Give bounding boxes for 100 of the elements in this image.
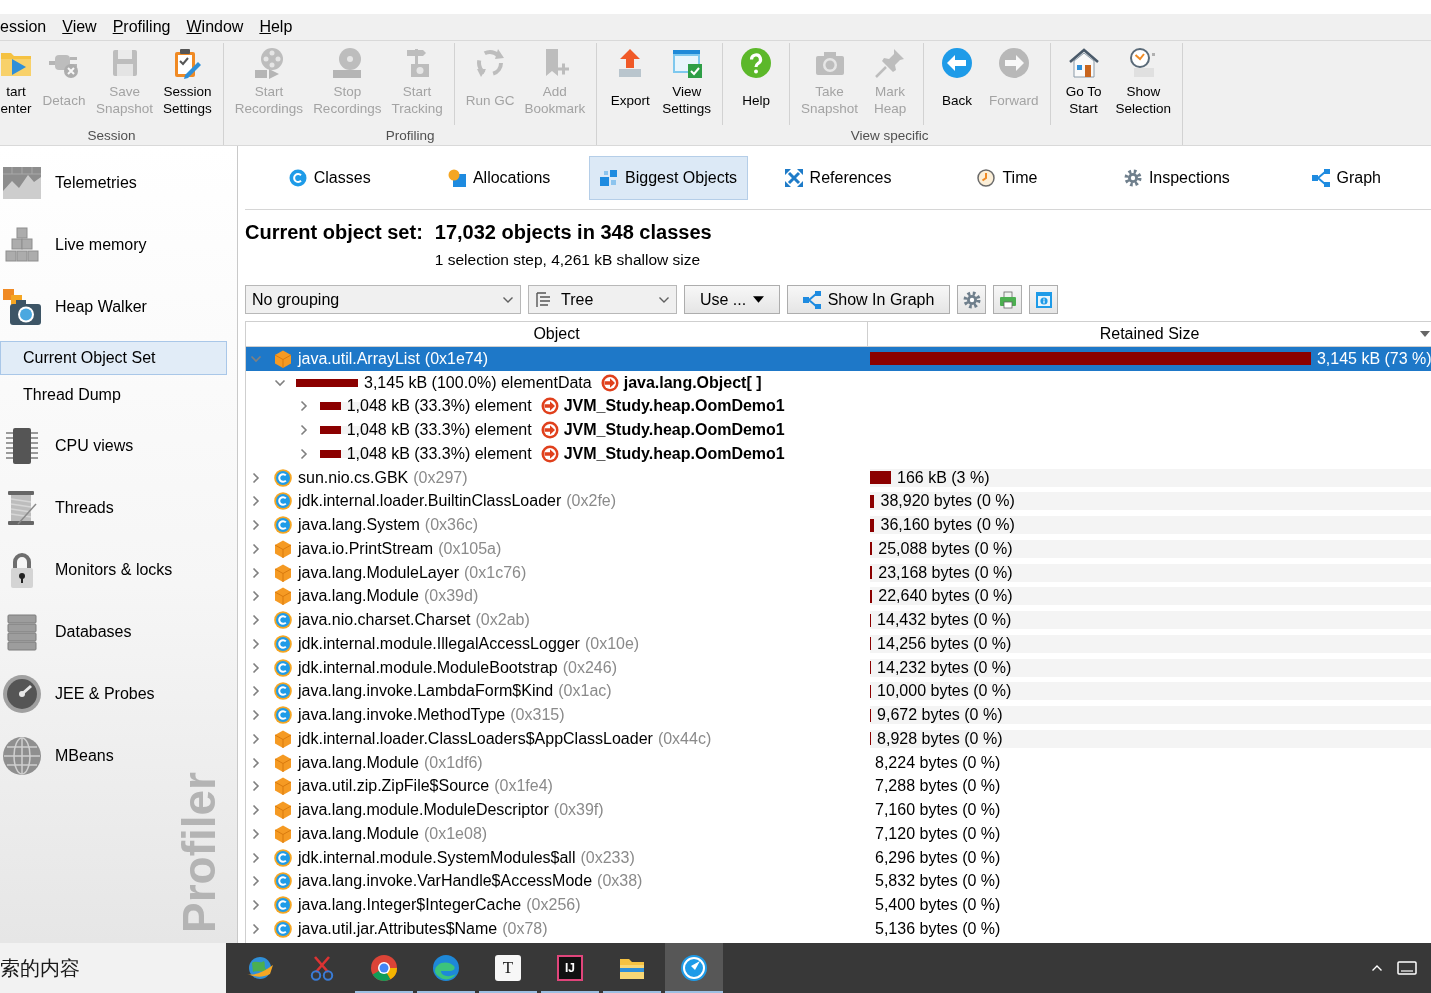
tab[interactable]: References <box>773 155 903 200</box>
chevron-right-icon[interactable] <box>250 637 262 650</box>
chevron-right-icon[interactable] <box>250 875 262 888</box>
printer-icon <box>998 290 1017 309</box>
group-label: Profiling <box>384 127 436 145</box>
object-address: (0x256) <box>526 896 581 915</box>
chevron-right-icon[interactable] <box>250 732 262 745</box>
info-button[interactable] <box>1029 285 1058 314</box>
sidebar-item[interactable]: Monitors & locks <box>0 539 182 601</box>
chevron-right-icon[interactable] <box>250 851 262 864</box>
tab[interactable]: Classes <box>277 155 382 200</box>
grouping-dropdown[interactable]: No grouping <box>245 285 521 314</box>
chevron-right-icon[interactable] <box>250 614 262 627</box>
class-icon <box>274 896 292 915</box>
sidebar-item[interactable]: Live memory <box>0 214 156 276</box>
sidebar-item[interactable]: JEE & Probes <box>0 663 164 725</box>
menu-item[interactable]: Profiling <box>112 17 171 37</box>
toolbar-button[interactable]: Help <box>729 43 784 123</box>
taskbar-button[interactable] <box>665 943 723 993</box>
chevron-right-icon[interactable] <box>298 447 310 460</box>
tab[interactable]: Time <box>966 155 1049 200</box>
chevron-right-icon[interactable] <box>250 471 262 484</box>
retained-size: 22,640 bytes (0 %) <box>878 587 1013 606</box>
show-in-graph-button[interactable]: Show In Graph <box>787 285 950 314</box>
printer-button[interactable] <box>993 285 1022 314</box>
chevron-right-icon[interactable] <box>298 400 310 413</box>
sidebar-item[interactable]: Heap Walker <box>0 276 156 338</box>
cross-arrows-icon <box>784 168 803 187</box>
toolbar-button[interactable]: View Settings <box>657 43 717 123</box>
toolbar-button[interactable]: Go To Start <box>1056 43 1111 123</box>
class-name: java.lang.System <box>298 516 420 535</box>
chevron-right-icon[interactable] <box>250 899 262 912</box>
chevron-right-icon[interactable] <box>250 804 262 817</box>
retained-size: 7,288 bytes (0 %) <box>875 777 1001 796</box>
sidebar-subitem[interactable]: Thread Dump <box>0 378 227 412</box>
brand-text: Profiler <box>176 771 222 933</box>
sidebar-item[interactable]: Databases <box>0 601 141 663</box>
toolbar-button[interactable]: Show Selection <box>1110 43 1177 123</box>
selected-row[interactable]: java.util.ArrayList (0x1e74) 3,145 kB (73 %) <box>246 347 1431 371</box>
tab[interactable]: Inspections <box>1112 155 1241 200</box>
chevron-right-icon[interactable] <box>298 424 310 437</box>
column-header[interactable]: Retained Size <box>867 322 1431 346</box>
taskbar-button[interactable]: IJ <box>541 943 599 993</box>
tab[interactable]: Biggest Objects <box>589 155 749 200</box>
menu-item[interactable]: ession <box>0 17 47 37</box>
sidebar-item[interactable]: Threads <box>0 477 123 539</box>
tab[interactable]: Graph <box>1300 155 1392 200</box>
chevron-right-icon[interactable] <box>250 780 262 793</box>
reel-icon <box>331 47 364 79</box>
object-address: (0x10e) <box>584 634 640 653</box>
toolbar-button[interactable]: Session Settings <box>158 43 217 123</box>
sidebar-item[interactable]: MBeans <box>0 725 123 787</box>
chevron-right-icon[interactable] <box>250 495 262 508</box>
settings-button[interactable] <box>957 285 986 314</box>
retained-size: 7,160 bytes (0 %) <box>875 801 1001 820</box>
toolbar-button[interactable]: tart enter <box>0 43 37 123</box>
chevron-right-icon[interactable] <box>250 661 262 674</box>
caret-down-icon <box>753 296 765 303</box>
menu-item[interactable]: Window <box>186 17 244 37</box>
chevron-right-icon[interactable] <box>250 709 262 722</box>
chevron-right-icon[interactable] <box>250 566 262 579</box>
object-address: (0x1e08) <box>423 824 488 843</box>
use-menu-button[interactable]: Use ... <box>684 285 780 314</box>
summary-title: Current object set: <box>245 221 423 244</box>
menu-item[interactable]: Help <box>259 17 293 37</box>
class-icon <box>274 919 292 938</box>
chevron-right-icon[interactable] <box>250 590 262 603</box>
object-address: (0x1ac) <box>558 682 612 701</box>
sidebar-item[interactable]: CPU views <box>0 415 143 477</box>
toolbar-button[interactable]: Back <box>930 43 985 123</box>
globe-icon <box>246 954 274 982</box>
target-class: JVM_Study.heap.OomDemo1 <box>563 444 785 463</box>
class-icon <box>274 682 292 701</box>
menu-item[interactable]: View <box>62 17 97 37</box>
cube-icon <box>274 729 292 748</box>
object-address: (0x1e74) <box>424 349 488 368</box>
class-icon <box>274 658 292 677</box>
group-label: View specific <box>849 127 930 145</box>
target-class: JVM_Study.heap.OomDemo1 <box>563 397 785 416</box>
taskbar-button[interactable]: T <box>479 943 537 993</box>
object-address: (0x105a) <box>438 539 502 558</box>
chevron-right-icon[interactable] <box>250 685 262 698</box>
screen-icon[interactable] <box>1397 960 1417 976</box>
toolbar-button[interactable]: Export <box>603 43 658 123</box>
chevron-right-icon[interactable] <box>250 922 262 935</box>
chevron-right-icon[interactable] <box>250 827 262 840</box>
class-name: jdk.internal.loader.BuiltinClassLoader <box>298 492 562 511</box>
object-address: (0x2fe) <box>566 492 617 511</box>
sidebar-item[interactable]: Telemetries <box>0 152 146 214</box>
tab[interactable]: Allocations <box>436 155 562 200</box>
chevron-right-icon[interactable] <box>250 542 262 555</box>
class-name: java.io.PrintStream <box>298 539 434 558</box>
chevron-right-icon[interactable] <box>250 519 262 532</box>
class-name: java.lang.module.ModuleDescriptor <box>298 801 549 820</box>
view-dropdown[interactable]: Tree <box>528 285 677 314</box>
cube-icon <box>274 801 292 820</box>
search-field[interactable]: 索的内容 <box>0 943 226 993</box>
chevron-right-icon[interactable] <box>250 756 262 769</box>
sidebar-subitem[interactable]: Current Object Set <box>0 341 227 375</box>
object-address: (0x39d) <box>423 587 479 606</box>
